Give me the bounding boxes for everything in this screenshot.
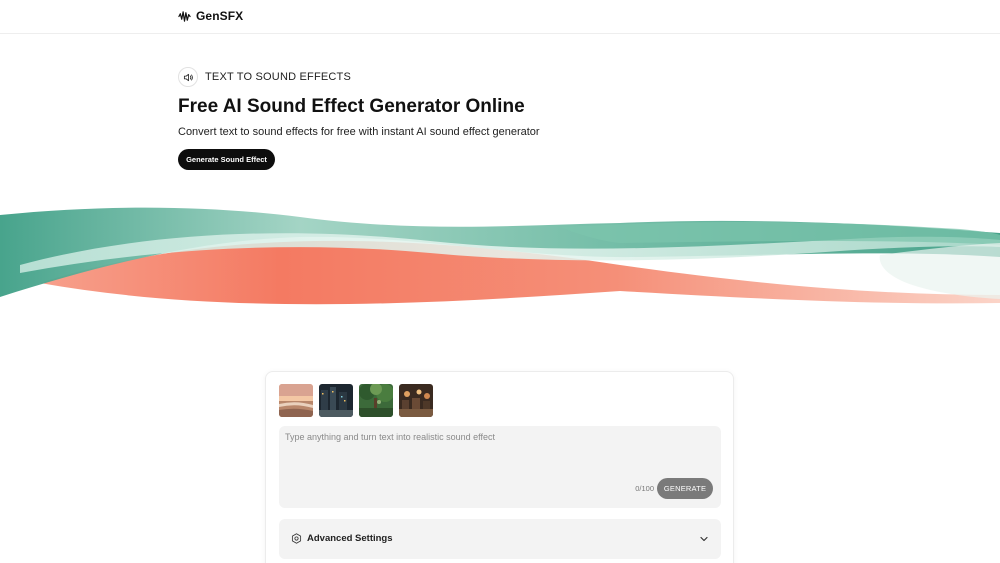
settings-icon xyxy=(291,533,302,544)
character-counter: 0/100 xyxy=(635,484,654,493)
generator-card: 0/100 GENERATE Advanced Settings xyxy=(265,371,734,563)
preset-thumbnail-banquet[interactable] xyxy=(399,384,433,417)
prompt-box: 0/100 GENERATE xyxy=(279,426,721,508)
forest-image xyxy=(359,384,393,417)
beach-sunset-image xyxy=(279,384,313,417)
hero-badge-label: TEXT TO SOUND EFFECTS xyxy=(205,71,351,83)
prompt-input[interactable] xyxy=(285,432,715,472)
brand-name: GenSFX xyxy=(196,9,244,23)
advanced-settings-toggle[interactable]: Advanced Settings xyxy=(279,519,721,559)
generate-button[interactable]: GENERATE xyxy=(657,478,713,499)
hero-wave-graphic xyxy=(0,207,1000,305)
chevron-down-icon xyxy=(700,536,708,542)
speaker-icon xyxy=(178,67,198,87)
banquet-image xyxy=(399,384,433,417)
waveform-icon xyxy=(178,10,191,22)
brand-logo[interactable]: GenSFX xyxy=(178,9,243,23)
city-night-image xyxy=(319,384,353,417)
preset-thumbnail-beach[interactable] xyxy=(279,384,313,417)
hero-badge: TEXT TO SOUND EFFECTS xyxy=(178,67,351,87)
preset-thumbnail-city[interactable] xyxy=(319,384,353,417)
preset-thumbnails xyxy=(279,384,433,417)
page-title: Free AI Sound Effect Generator Online xyxy=(178,96,525,117)
page-subtitle: Convert text to sound effects for free w… xyxy=(178,126,540,138)
preset-thumbnail-forest[interactable] xyxy=(359,384,393,417)
top-bar: GenSFX xyxy=(0,0,1000,34)
generate-sound-effect-button[interactable]: Generate Sound Effect xyxy=(178,149,275,170)
advanced-settings-label: Advanced Settings xyxy=(307,533,393,544)
